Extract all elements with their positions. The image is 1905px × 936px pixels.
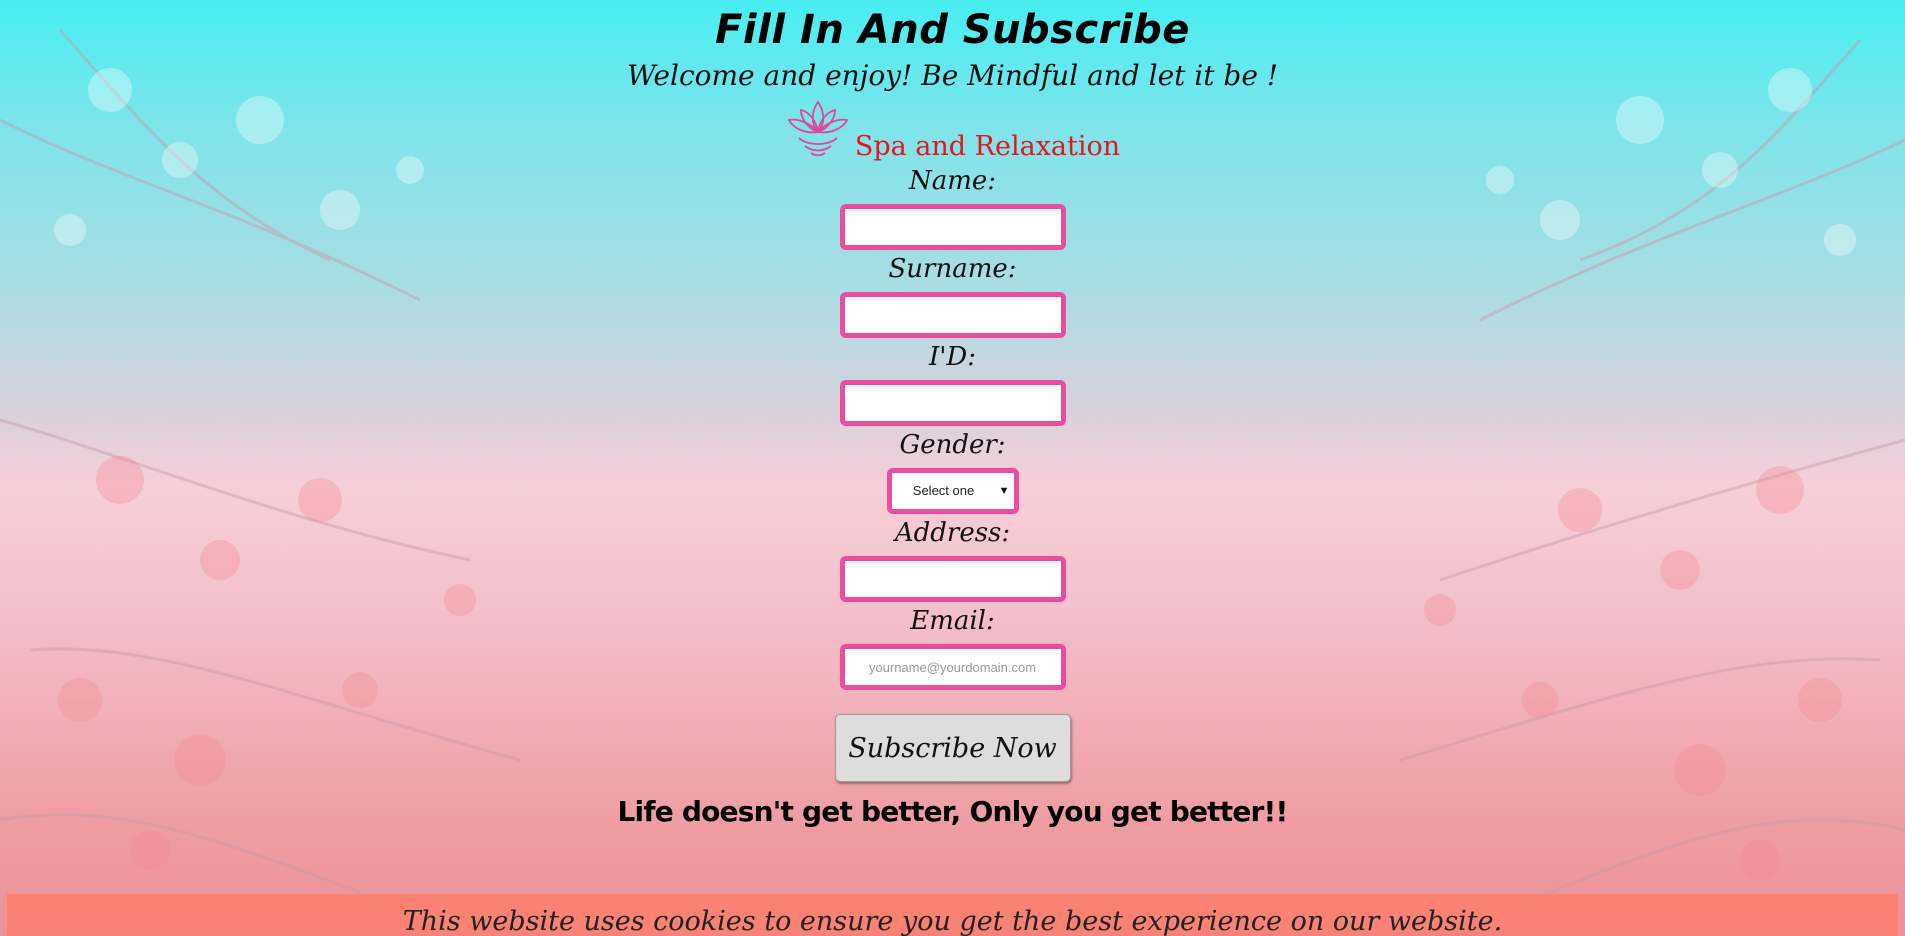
subscribe-button[interactable]: Subscribe Now (834, 714, 1071, 782)
page-subtitle: Welcome and enjoy! Be Mindful and let it… (626, 59, 1279, 92)
email-field[interactable] (839, 644, 1066, 690)
name-label: Name: (908, 166, 997, 196)
id-field[interactable] (839, 380, 1066, 426)
surname-label: Surname: (888, 254, 1017, 284)
tagline: Life doesn't get better, Only you get be… (617, 795, 1289, 828)
gender-select[interactable]: Select one ▼ (886, 468, 1019, 514)
cookie-banner-text: This website uses cookies to ensure you … (402, 906, 1503, 936)
gender-select-value: Select one (912, 483, 975, 498)
page-title: Fill In And Subscribe (715, 7, 1190, 53)
brand-name: Spa and Relaxation (854, 131, 1121, 162)
cookie-banner[interactable]: This website uses cookies to ensure you … (7, 894, 1898, 936)
email-label: Email: (910, 606, 995, 636)
address-label: Address: (894, 518, 1011, 548)
id-label: I'D: (928, 342, 977, 372)
subscribe-page: Fill In And Subscribe Welcome and enjoy!… (0, 0, 1905, 936)
name-field[interactable] (839, 204, 1066, 250)
lotus-icon (785, 96, 851, 162)
brand-header: Spa and Relaxation (0, 96, 1905, 162)
chevron-down-icon: ▼ (998, 485, 1010, 497)
address-field[interactable] (839, 556, 1066, 602)
gender-label: Gender: (899, 430, 1006, 460)
surname-field[interactable] (839, 292, 1066, 338)
